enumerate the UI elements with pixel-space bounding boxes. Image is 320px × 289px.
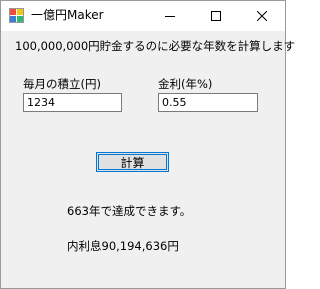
rate-label: 金利(年%) xyxy=(158,77,213,91)
form-body: 100,000,000円貯金するのに必要な年数を計算します 毎月の積立(円) 金… xyxy=(1,31,295,288)
title-bar[interactable]: 一億円Maker xyxy=(1,1,285,31)
close-button[interactable] xyxy=(239,1,285,31)
maximize-button[interactable] xyxy=(193,1,239,31)
interest-result: 内利息90,194,636円 xyxy=(67,239,179,253)
close-icon xyxy=(257,11,267,21)
monthly-input[interactable] xyxy=(23,93,122,112)
app-window: 一億円Maker 100,000,000円貯金するのに必要な年数を計算します 毎… xyxy=(0,0,295,289)
rate-input[interactable] xyxy=(158,93,258,112)
calculate-button[interactable]: 計算 xyxy=(96,152,169,172)
description-label: 100,000,000円貯金するのに必要な年数を計算します xyxy=(15,39,296,53)
monthly-label: 毎月の積立(円) xyxy=(23,77,101,91)
minimize-button[interactable] xyxy=(147,1,193,31)
years-result: 663年で達成できます。 xyxy=(67,204,192,218)
maximize-icon xyxy=(211,11,221,21)
app-icon xyxy=(9,8,25,24)
window-title: 一億円Maker xyxy=(31,8,104,22)
minimize-icon xyxy=(165,11,175,21)
